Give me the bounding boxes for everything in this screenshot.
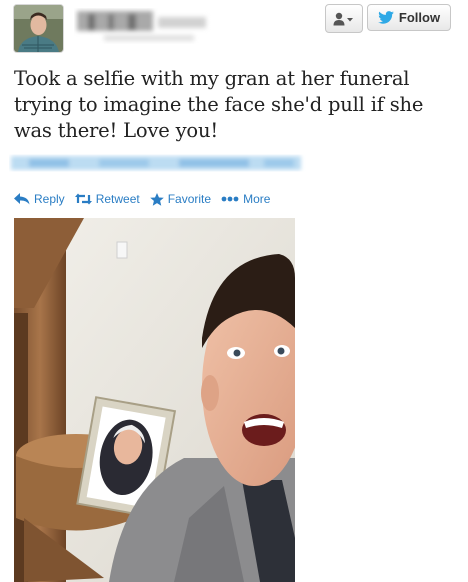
- person-dropdown-icon: [333, 12, 353, 25]
- user-actions-dropdown-button[interactable]: [325, 4, 363, 33]
- tweet-actions: Reply Retweet Favorite More: [14, 190, 280, 208]
- retweet-label: Retweet: [95, 192, 140, 206]
- reply-action[interactable]: Reply: [14, 192, 65, 206]
- tweet-text: Took a selfie with my gran at her funera…: [14, 67, 424, 142]
- user-avatar[interactable]: [13, 4, 64, 53]
- username-redacted: [74, 6, 214, 51]
- favorite-label: Favorite: [167, 192, 212, 206]
- retweet-action[interactable]: Retweet: [74, 192, 140, 206]
- tweet-link-redacted[interactable]: [9, 150, 309, 181]
- tweet-photo[interactable]: [14, 218, 295, 582]
- favorite-action[interactable]: Favorite: [149, 192, 212, 206]
- reply-label: Reply: [34, 192, 65, 206]
- retweet-icon: [74, 193, 92, 205]
- follow-label: Follow: [398, 10, 441, 25]
- twitter-bird-icon: [378, 11, 394, 24]
- reply-arrow-icon: [14, 193, 30, 205]
- more-label: More: [243, 192, 271, 206]
- follow-button[interactable]: Follow: [367, 4, 451, 31]
- more-action[interactable]: More: [221, 192, 270, 206]
- more-dots-icon: [221, 196, 239, 202]
- star-icon: [149, 192, 164, 206]
